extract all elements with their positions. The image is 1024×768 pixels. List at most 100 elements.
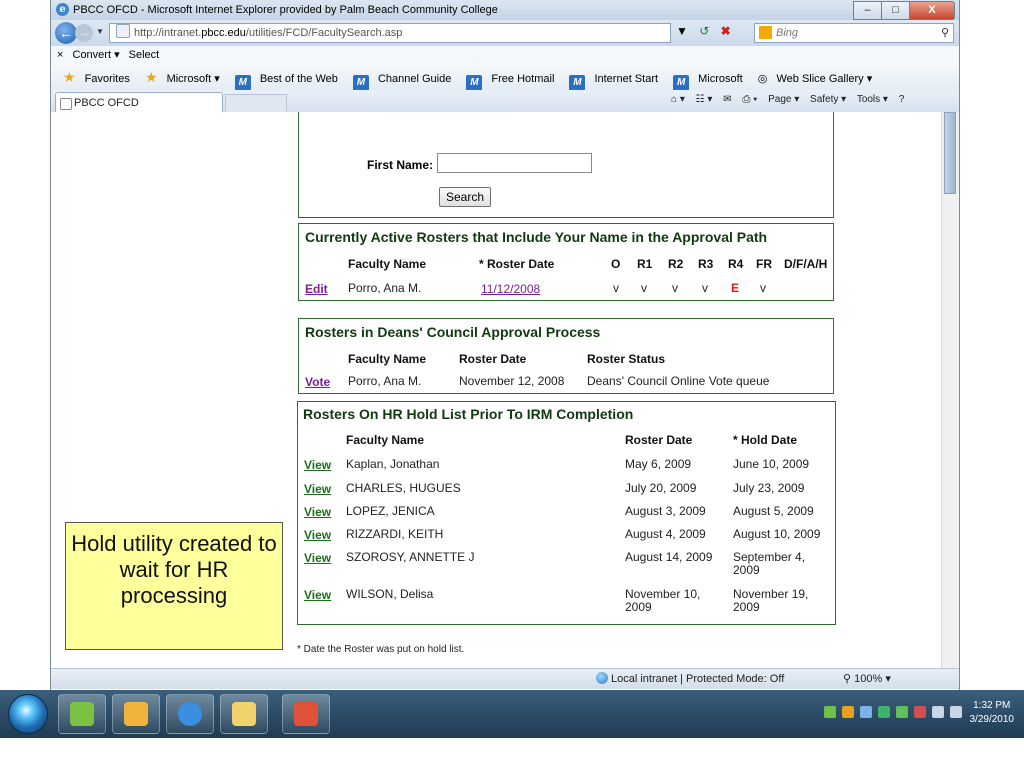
fav-channel-guide[interactable]: M Channel Guide	[347, 73, 451, 91]
hr-hold-heading: Rosters On HR Hold List Prior To IRM Com…	[303, 406, 634, 422]
col-dfah: D/F/A/H	[784, 257, 828, 271]
home-icon[interactable]: ⌂ ▾	[671, 94, 685, 105]
fav-internet-start[interactable]: M Internet Start	[563, 73, 659, 91]
hold-faculty-name: SZOROSY, ANNETTE J	[346, 550, 475, 564]
outlook-icon	[124, 702, 148, 726]
hold-faculty-name: RIZZARDI, KEITH	[346, 527, 444, 541]
deans-faculty-name: Porro, Ana M.	[348, 374, 422, 388]
window-controls: – □ X	[853, 1, 955, 20]
scrollbar-thumb[interactable]	[944, 112, 956, 194]
system-tray: 1:32 PM 3/29/2010	[714, 696, 1014, 732]
hold-date: August 5, 2009	[733, 504, 814, 518]
browser-window: e PBCC OFCD - Microsoft Internet Explore…	[50, 0, 960, 716]
clock[interactable]: 1:32 PM 3/29/2010	[970, 699, 1015, 727]
hold-roster-date: August 4, 2009	[625, 527, 706, 541]
tools-menu[interactable]: Tools ▾	[857, 94, 888, 105]
view-link[interactable]: View	[304, 528, 331, 542]
hold-date: July 23, 2009	[733, 481, 805, 495]
msn-icon: M	[234, 75, 251, 91]
favorites-button[interactable]: ★ Favorites	[57, 69, 130, 85]
security-zone[interactable]: Local intranet | Protected Mode: Off	[596, 669, 784, 689]
bing-icon	[759, 26, 772, 39]
taskbar-app-5[interactable]	[282, 694, 330, 734]
address-bar[interactable]: http://intranet.pbcc.edu/utilities/FCD/F…	[109, 23, 671, 43]
fav-item-label: Internet Start	[594, 73, 659, 85]
view-link[interactable]: View	[304, 551, 331, 565]
globe-icon	[596, 672, 608, 684]
vertical-scrollbar[interactable]	[941, 112, 959, 668]
col-roster-date: Roster Date	[625, 433, 693, 447]
search-box[interactable]: Bing ⚲	[754, 23, 954, 43]
select-button[interactable]: Select	[129, 49, 160, 61]
url-prefix: http://intranet.	[134, 27, 202, 39]
zoom-level: 100%	[854, 673, 883, 685]
tray-icon[interactable]	[896, 706, 908, 718]
forward-button[interactable]: →	[75, 24, 93, 42]
taskbar-app-1[interactable]	[58, 694, 106, 734]
page-menu[interactable]: Page ▾	[768, 94, 799, 105]
view-link[interactable]: View	[304, 458, 331, 472]
taskbar-internet-explorer[interactable]	[166, 694, 214, 734]
status-o: v	[613, 281, 619, 295]
col-faculty-name: Faculty Name	[346, 433, 425, 447]
recent-pages-dropdown[interactable]: ▼	[96, 27, 104, 36]
status-r4: E	[731, 281, 740, 295]
search-button[interactable]: Search	[439, 187, 492, 207]
fav-microsoft[interactable]: M Microsoft	[667, 73, 743, 91]
network-icon[interactable]	[932, 706, 944, 718]
folder-icon	[232, 702, 256, 726]
minimize-button[interactable]: –	[853, 1, 882, 20]
convert-button[interactable]: Convert ▾	[73, 49, 120, 61]
view-link[interactable]: View	[304, 482, 331, 496]
feeds-icon[interactable]: ☷ ▾	[696, 94, 713, 105]
stop-icon[interactable]: ✖	[721, 24, 731, 38]
volume-icon[interactable]	[950, 706, 962, 718]
fav-best-of-web[interactable]: M Best of the Web	[229, 73, 338, 91]
close-button[interactable]: X	[909, 1, 955, 20]
refresh-icon[interactable]: ↺	[699, 24, 709, 38]
col-o: O	[611, 257, 621, 271]
taskbar-explorer[interactable]	[220, 694, 268, 734]
fav-item-label: Web Slice Gallery ▾	[776, 73, 873, 85]
address-dropdown-icon[interactable]: ▼	[676, 24, 688, 38]
back-button[interactable]: ←	[55, 22, 77, 44]
app-icon	[70, 702, 94, 726]
zone-label: Local intranet | Protected Mode: Off	[611, 673, 785, 685]
roster-date-link[interactable]: 11/12/2008	[481, 282, 540, 296]
close-toolbar-icon[interactable]: ×	[57, 49, 63, 61]
edit-link[interactable]: Edit	[305, 282, 328, 296]
search-icon[interactable]: ⚲	[941, 24, 949, 42]
start-button[interactable]	[8, 694, 48, 734]
fav-web-slice-gallery[interactable]: ◎ Web Slice Gallery ▾	[752, 73, 872, 85]
new-tab-button[interactable]	[225, 94, 287, 113]
zoom-control[interactable]: ⚲ 100% ▾	[843, 669, 891, 689]
fav-free-hotmail[interactable]: M Free Hotmail	[460, 73, 554, 91]
clock-date: 3/29/2010	[969, 714, 1015, 725]
page-icon	[60, 98, 72, 110]
hold-roster-date: August 3, 2009	[625, 504, 706, 518]
vote-link[interactable]: Vote	[305, 375, 330, 389]
tray-icon[interactable]	[914, 706, 926, 718]
safety-menu[interactable]: Safety ▾	[810, 94, 846, 105]
help-icon[interactable]: ?	[899, 94, 905, 105]
col-r2: R2	[668, 257, 684, 271]
first-name-input[interactable]	[437, 153, 592, 173]
address-buttons: ▼ ↺ ✖	[676, 24, 739, 38]
view-link[interactable]: View	[304, 505, 331, 519]
print-icon[interactable]: ⎙ ▾	[742, 94, 757, 105]
tray-icon[interactable]	[842, 706, 854, 718]
col-roster-date: * Roster Date	[479, 257, 555, 271]
fav-microsoft-dropdown[interactable]: ★ Microsoft ▾	[139, 69, 220, 85]
page-content: First Name: Search Currently Active Rost…	[51, 112, 942, 668]
msn-icon: M	[352, 75, 369, 91]
taskbar-app-2[interactable]	[112, 694, 160, 734]
first-name-label: First Name:	[367, 158, 434, 172]
mail-icon[interactable]: ✉	[723, 94, 731, 105]
tray-icon[interactable]	[878, 706, 890, 718]
tab-pbcc-ofcd[interactable]: PBCC OFCD	[55, 92, 223, 112]
favorites-bar: ★ Favorites ★ Microsoft ▾ M Best of the W…	[51, 64, 959, 91]
view-link[interactable]: View	[304, 588, 331, 602]
tray-icon[interactable]	[860, 706, 872, 718]
tray-icon[interactable]	[824, 706, 836, 718]
maximize-button[interactable]: □	[881, 1, 910, 20]
